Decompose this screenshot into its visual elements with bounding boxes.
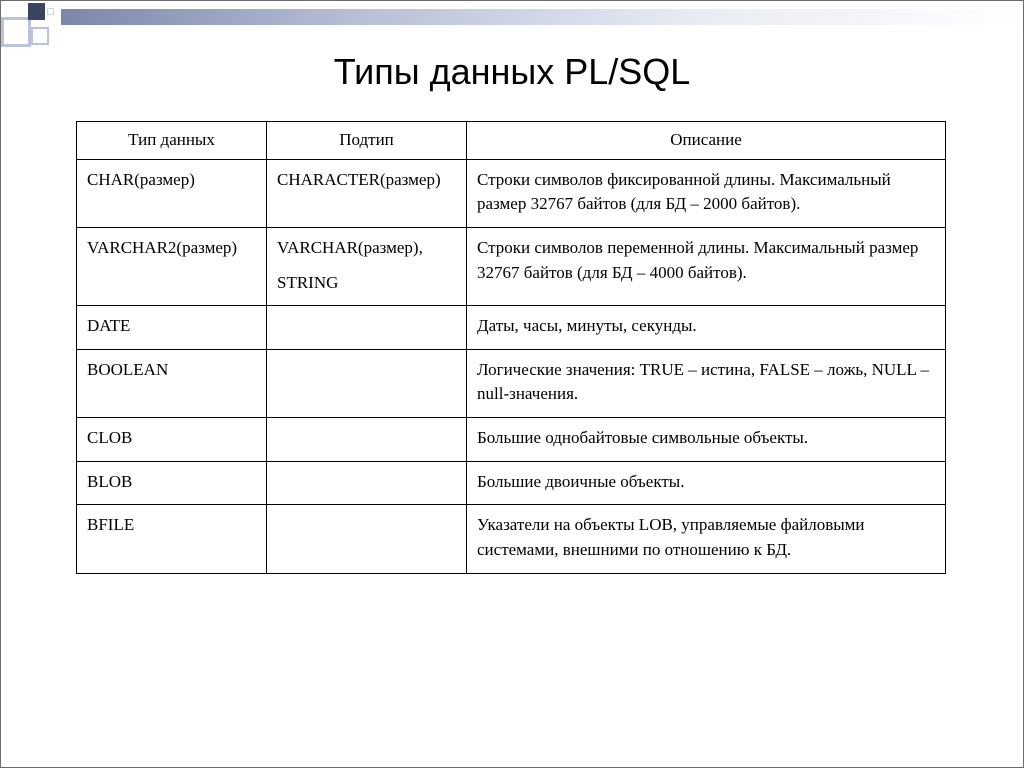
subtype-line: CHARACTER(размер) [277,168,456,193]
cell-description: Указатели на объекты LOB, управляемые фа… [467,505,946,573]
top-gradient-rule [61,9,1023,25]
table-row: VARCHAR2(размер) VARCHAR(размер), STRING… [77,227,946,305]
cell-subtype [267,418,467,462]
cell-type: BFILE [77,505,267,573]
cell-description: Строки символов фиксированной длины. Мак… [467,159,946,227]
col-header-description: Описание [467,122,946,160]
corner-squares-icon [1,1,61,56]
cell-subtype [267,505,467,573]
cell-subtype [267,349,467,417]
cell-description: Большие двоичные объекты. [467,461,946,505]
col-header-subtype: Подтип [267,122,467,160]
table-row: CLOB Большие однобайтовые символьные объ… [77,418,946,462]
cell-subtype [267,461,467,505]
cell-subtype: CHARACTER(размер) [267,159,467,227]
cell-type: BOOLEAN [77,349,267,417]
cell-type: CLOB [77,418,267,462]
cell-type: DATE [77,306,267,350]
cell-description: Даты, часы, минуты, секунды. [467,306,946,350]
cell-description: Большие однобайтовые символьные объекты. [467,418,946,462]
cell-subtype: VARCHAR(размер), STRING [267,227,467,305]
cell-subtype [267,306,467,350]
table-row: BOOLEAN Логические значения: TRUE – исти… [77,349,946,417]
cell-description: Логические значения: TRUE – истина, FALS… [467,349,946,417]
table-row: DATE Даты, часы, минуты, секунды. [77,306,946,350]
cell-type: CHAR(размер) [77,159,267,227]
cell-type: VARCHAR2(размер) [77,227,267,305]
table-row: CHAR(размер) CHARACTER(размер) Строки си… [77,159,946,227]
table-header-row: Тип данных Подтип Описание [77,122,946,160]
subtype-line: VARCHAR(размер), [277,236,456,261]
slide-frame: Типы данных PL/SQL Тип данных Подтип Опи… [0,0,1024,768]
cell-description: Строки символов переменной длины. Максим… [467,227,946,305]
table-row: BLOB Большие двоичные объекты. [77,461,946,505]
data-types-table: Тип данных Подтип Описание CHAR(размер) … [76,121,946,574]
table-row: BFILE Указатели на объекты LOB, управляе… [77,505,946,573]
page-title: Типы данных PL/SQL [1,51,1023,93]
col-header-type: Тип данных [77,122,267,160]
cell-type: BLOB [77,461,267,505]
subtype-line: STRING [277,271,456,296]
